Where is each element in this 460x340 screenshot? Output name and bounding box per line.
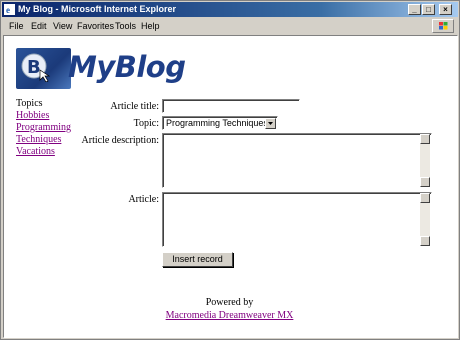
article-scrollbar[interactable]: [420, 193, 430, 246]
title-bar[interactable]: e My Blog - Microsoft Internet Explorer …: [2, 2, 458, 17]
article-label: Article:: [128, 194, 159, 205]
article-description-label: Article description:: [81, 135, 159, 146]
svg-text:e: e: [6, 5, 10, 15]
menu-edit[interactable]: Edit: [31, 21, 47, 31]
menu-help[interactable]: Help: [141, 21, 160, 31]
internet-explorer-icon: e: [4, 4, 15, 15]
blog-b-icon: B: [21, 53, 51, 82]
scroll-down-icon[interactable]: [420, 236, 430, 246]
window-title: My Blog - Microsoft Internet Explorer: [18, 4, 177, 14]
scroll-down-icon[interactable]: [420, 177, 430, 187]
brand-name: MyBlog: [68, 50, 186, 84]
menu-tools[interactable]: Tools: [115, 21, 136, 31]
powered-by-link-container: Macromedia Dreamweaver MX: [4, 310, 455, 321]
topic-label: Topic:: [133, 118, 159, 129]
sidebar-link-techniques[interactable]: Techniques: [16, 134, 71, 146]
sidebar-link-programming[interactable]: Programming: [16, 122, 71, 134]
scroll-up-icon[interactable]: [420, 193, 430, 203]
scroll-up-icon[interactable]: [420, 134, 430, 144]
article-title-label: Article title:: [110, 101, 159, 112]
menu-file[interactable]: File: [9, 21, 24, 31]
page-content: B MyBlog Topics Hobbies Programming Tech…: [3, 35, 458, 338]
dreamweaver-link[interactable]: Macromedia Dreamweaver MX: [166, 310, 294, 321]
article-title-input[interactable]: [162, 99, 300, 113]
myblog-logo: B MyBlog: [16, 48, 186, 89]
article-textarea[interactable]: [162, 192, 432, 247]
svg-text:B: B: [27, 57, 41, 78]
description-scrollbar[interactable]: [420, 134, 430, 187]
menu-view[interactable]: View: [53, 21, 72, 31]
menu-favorites[interactable]: Favorites: [77, 21, 114, 31]
windows-logo-icon: [432, 19, 454, 33]
topic-select[interactable]: Programming Techniques: [162, 116, 278, 130]
insert-record-button[interactable]: Insert record: [162, 252, 233, 267]
minimize-button[interactable]: _: [408, 4, 421, 15]
sidebar-link-hobbies[interactable]: Hobbies: [16, 110, 71, 122]
topics-heading: Topics: [16, 98, 43, 109]
chevron-down-icon[interactable]: [265, 118, 276, 129]
topics-sidebar: Topics Hobbies Programming Techniques Va…: [16, 98, 71, 158]
browser-window: e My Blog - Microsoft Internet Explorer …: [0, 0, 460, 340]
menu-bar: File Edit View Favorites Tools Help: [2, 18, 458, 34]
article-description-textarea[interactable]: [162, 133, 432, 188]
sidebar-link-vacations[interactable]: Vacations: [16, 146, 71, 158]
close-button[interactable]: ×: [439, 4, 452, 15]
powered-by-text: Powered by: [205, 297, 254, 308]
maximize-button[interactable]: □: [422, 4, 435, 15]
topic-selected-value: Programming Techniques: [166, 118, 268, 128]
